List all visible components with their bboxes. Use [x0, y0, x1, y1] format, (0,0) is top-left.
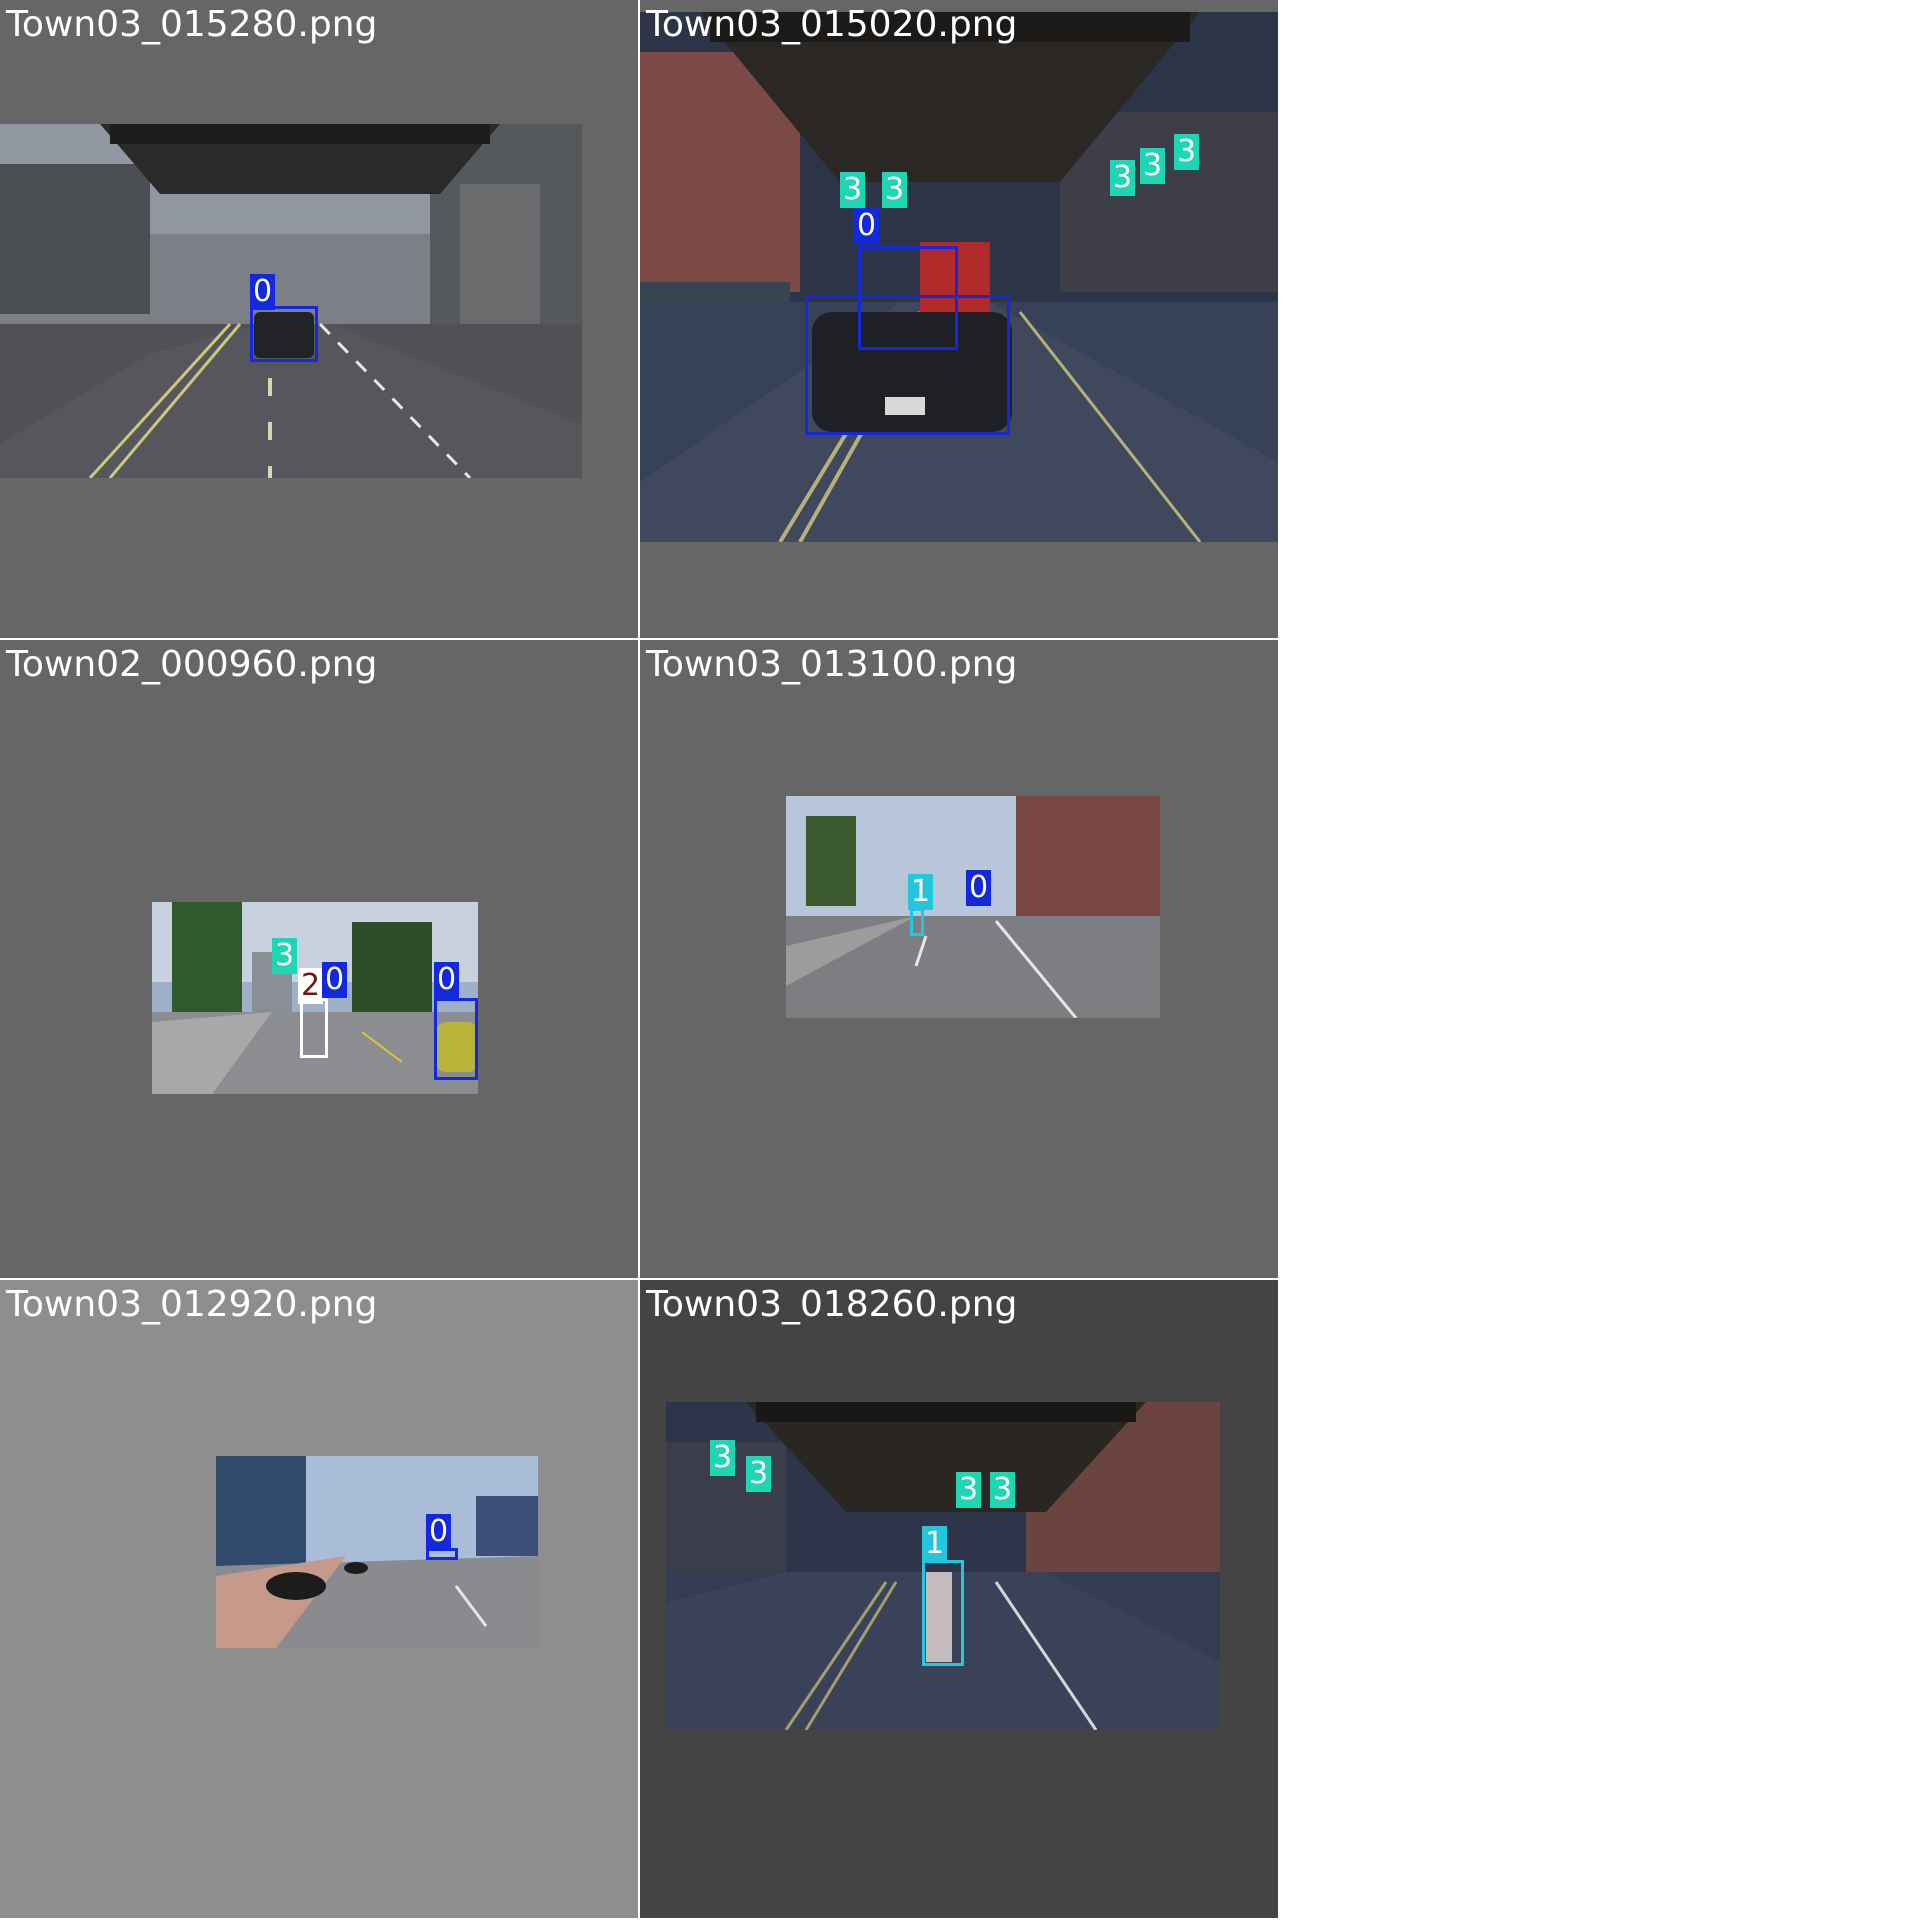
- scene-image: [640, 12, 1278, 542]
- scene-drawing: [0, 124, 582, 478]
- scene-image: [216, 1456, 538, 1648]
- detection-tag: 3: [746, 1456, 772, 1492]
- detection-box: [300, 998, 328, 1058]
- detection-tag: 3: [272, 938, 298, 974]
- detection-tag: 2: [298, 968, 324, 1004]
- scene-drawing: [786, 796, 1160, 1018]
- detection-box: [434, 998, 478, 1080]
- detection-box: [250, 306, 318, 362]
- tile-filename: Town03_018260.png: [646, 1284, 1018, 1325]
- detection-box: [910, 908, 924, 936]
- detection-tag: 3: [990, 1472, 1016, 1508]
- detection-box: [858, 246, 958, 350]
- detection-tag: 3: [1174, 134, 1200, 170]
- tile-filename: Town03_012920.png: [6, 1284, 378, 1325]
- detection-box: [922, 1560, 964, 1666]
- detection-tag: 3: [840, 172, 866, 208]
- detection-tag: 1: [922, 1526, 948, 1562]
- detection-tag: 0: [322, 962, 348, 998]
- detection-tag: 0: [966, 870, 992, 906]
- tile-5[interactable]: Town03_012920.png 0: [0, 1280, 640, 1920]
- tile-6[interactable]: Town03_018260.png 3 3 3 3 1: [640, 1280, 1280, 1920]
- tile-2[interactable]: Town03_015020.png 0 0 0: [640, 0, 1280, 640]
- detection-tag: 3: [882, 172, 908, 208]
- tile-3[interactable]: Town02_000960.png 3 2 0 0: [0, 640, 640, 1280]
- detection-tag: 3: [710, 1440, 736, 1476]
- detection-tag: 0: [426, 1514, 452, 1550]
- detection-tag: 3: [1140, 148, 1166, 184]
- detection-tag: 1: [908, 874, 934, 910]
- tile-filename: Town03_015020.png: [646, 4, 1018, 45]
- detection-tag: 3: [956, 1472, 982, 1508]
- detection-tag: 0: [854, 208, 880, 244]
- scene-image: [0, 124, 582, 478]
- tile-filename: Town03_013100.png: [646, 644, 1018, 685]
- scene-image: [786, 796, 1160, 1018]
- detection-tag: 0: [434, 962, 460, 998]
- tile-1[interactable]: Town03_015280.png 0: [0, 0, 640, 640]
- detection-tag: 3: [1110, 160, 1136, 196]
- detection-tag: 0: [250, 274, 276, 310]
- tile-filename: Town03_015280.png: [6, 4, 378, 45]
- scene-drawing: [640, 12, 1278, 542]
- tile-4[interactable]: Town03_013100.png 1 0: [640, 640, 1280, 1280]
- scene-drawing: [216, 1456, 538, 1648]
- tile-filename: Town02_000960.png: [6, 644, 378, 685]
